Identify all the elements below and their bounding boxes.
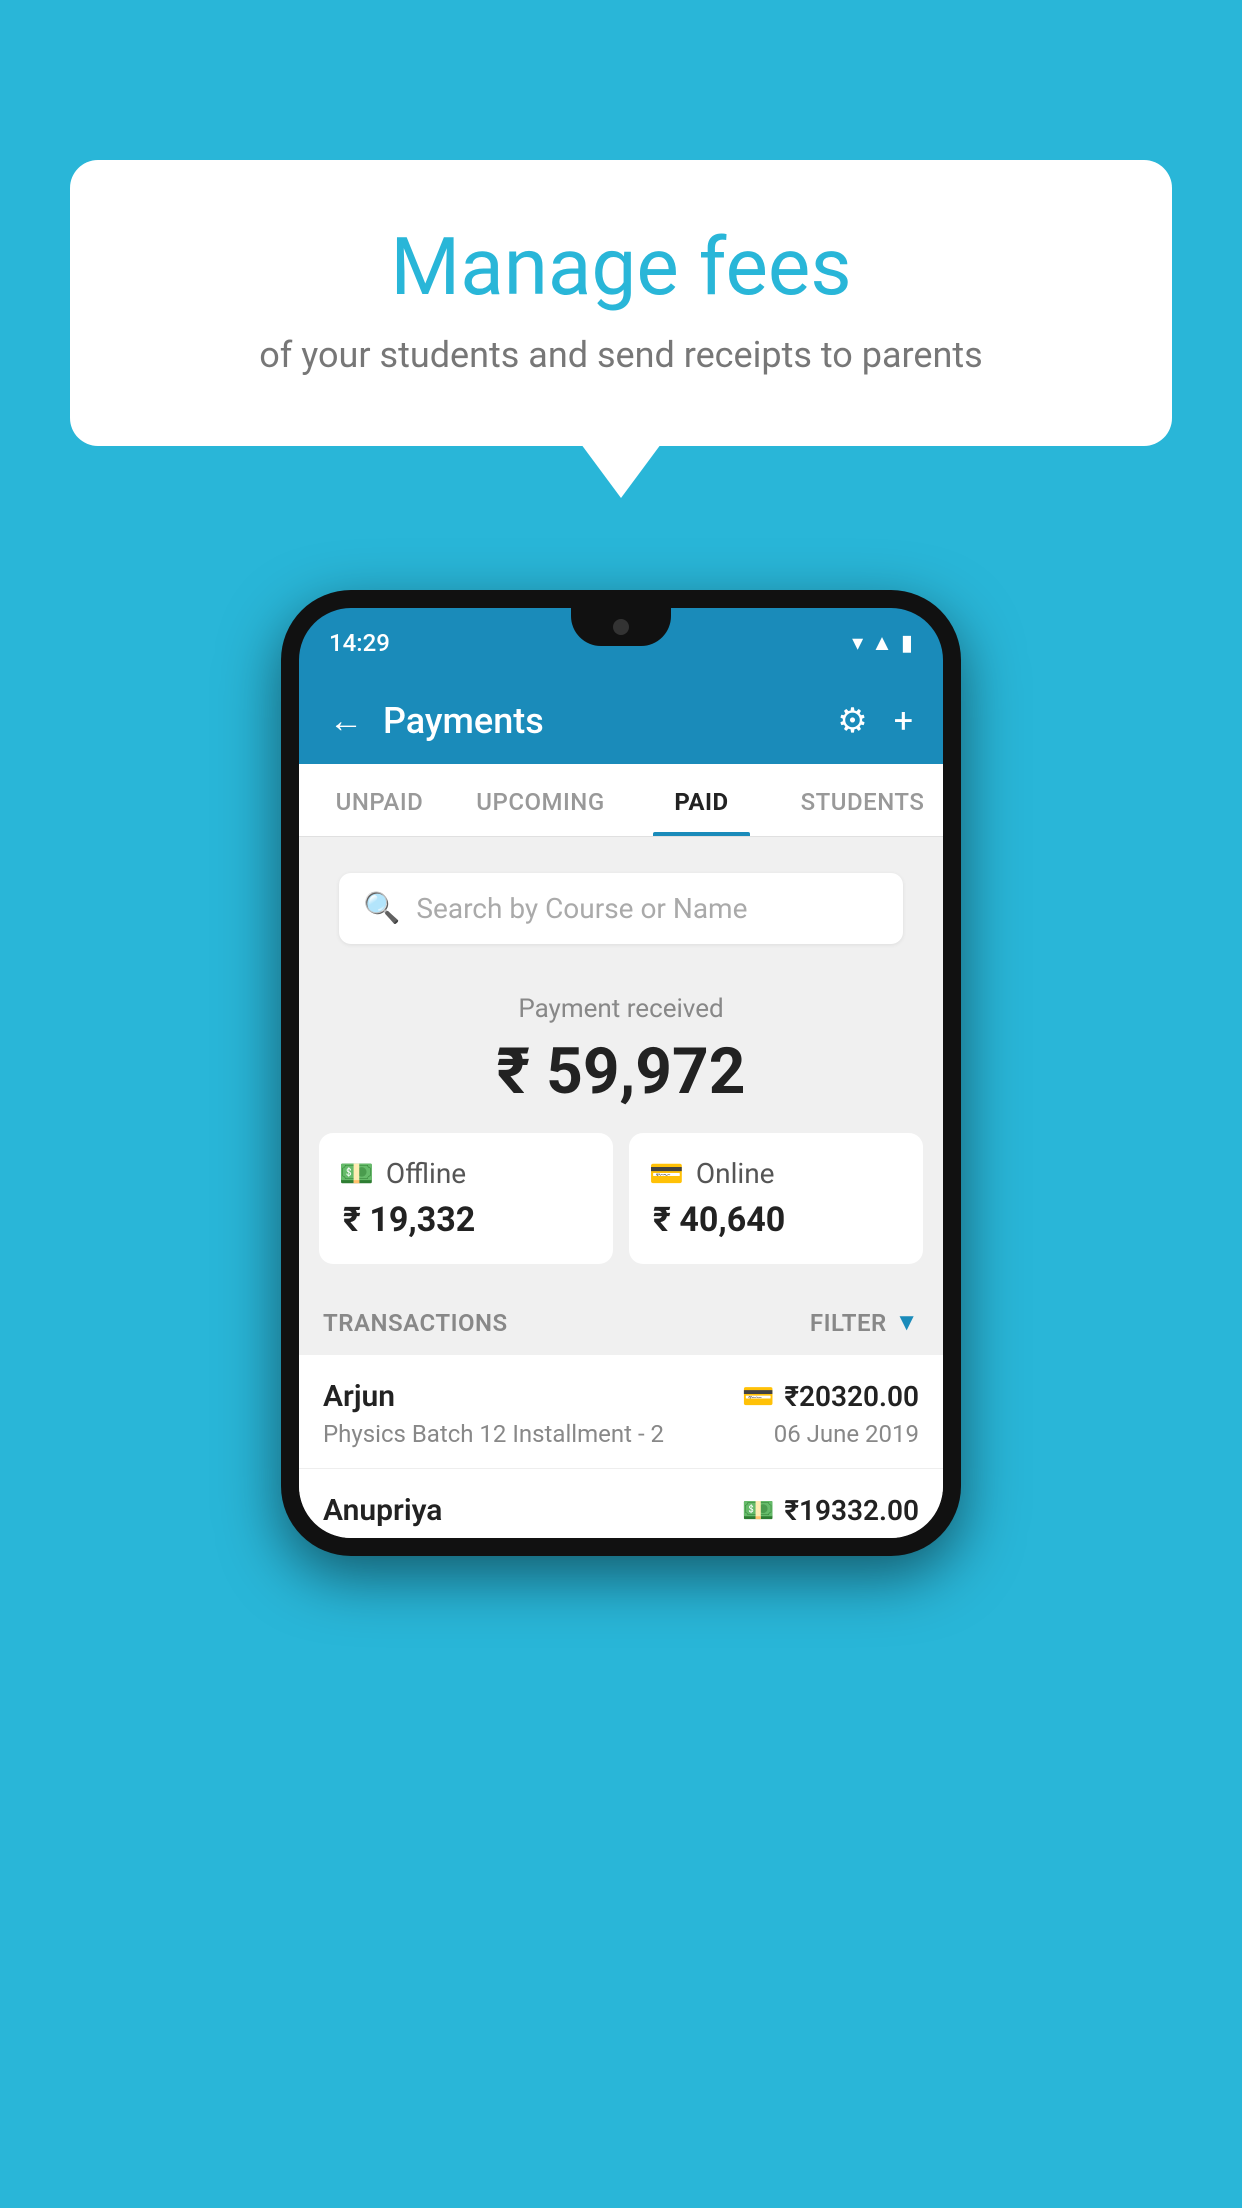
tab-paid[interactable]: PAID: [621, 764, 782, 836]
signal-icon: ▲: [871, 630, 893, 656]
phone-device: 14:29 ▾ ▲ ▮ ← Payments ⚙ +: [281, 590, 961, 1556]
online-card: 💳 Online ₹ 40,640: [629, 1133, 923, 1264]
search-icon: 🔍: [363, 891, 400, 926]
battery-icon: ▮: [901, 631, 913, 656]
transactions-header: TRANSACTIONS FILTER ▼: [299, 1290, 943, 1355]
tab-students[interactable]: STUDENTS: [782, 764, 943, 836]
status-time: 14:29: [329, 629, 390, 657]
online-amount: ₹ 40,640: [649, 1200, 903, 1240]
offline-amount: ₹ 19,332: [339, 1200, 593, 1240]
camera: [613, 619, 629, 635]
header-left: ← Payments: [329, 700, 544, 742]
offline-icon: 💵: [339, 1157, 374, 1190]
bubble-subtitle: of your students and send receipts to pa…: [130, 334, 1112, 376]
txn-amount-wrap-1: 💳 ₹20320.00: [742, 1380, 919, 1413]
notch: [571, 608, 671, 646]
tabs-bar: UNPAID UPCOMING PAID STUDENTS: [299, 764, 943, 837]
status-bar: 14:29 ▾ ▲ ▮: [299, 608, 943, 678]
online-label: Online: [696, 1157, 775, 1190]
txn-cash-icon-2: 💵: [742, 1496, 774, 1526]
payment-received-label: Payment received: [319, 994, 923, 1024]
phone-frame: 14:29 ▾ ▲ ▮ ← Payments ⚙ +: [281, 590, 961, 1556]
txn-name-1: Arjun: [323, 1379, 395, 1414]
txn-card-icon-1: 💳: [742, 1382, 774, 1412]
txn-course-1: Physics Batch 12 Installment - 2: [323, 1420, 664, 1448]
txn-amount-1: ₹20320.00: [784, 1380, 919, 1413]
speech-bubble: Manage fees of your students and send re…: [70, 160, 1172, 446]
filter-label: FILTER: [810, 1309, 887, 1337]
status-icons: ▾ ▲ ▮: [852, 630, 913, 656]
tab-unpaid[interactable]: UNPAID: [299, 764, 460, 836]
online-icon: 💳: [649, 1157, 684, 1190]
transactions-label: TRANSACTIONS: [323, 1309, 508, 1337]
payment-total: ₹ 59,972: [319, 1034, 923, 1109]
txn-name-2: Anupriya: [323, 1493, 442, 1528]
search-bar[interactable]: 🔍 Search by Course or Name: [339, 873, 903, 944]
transaction-row[interactable]: Arjun 💳 ₹20320.00 Physics Batch 12 Insta…: [299, 1355, 943, 1469]
add-icon[interactable]: +: [894, 701, 913, 741]
offline-label: Offline: [386, 1157, 466, 1190]
txn-date-1: 06 June 2019: [774, 1420, 919, 1448]
wifi-icon: ▾: [852, 631, 863, 656]
header-title: Payments: [383, 700, 544, 742]
tab-upcoming[interactable]: UPCOMING: [460, 764, 621, 836]
search-placeholder: Search by Course or Name: [416, 892, 747, 925]
payment-summary: Payment received ₹ 59,972 💵 Offline ₹ 19…: [299, 964, 943, 1290]
transaction-row-partial[interactable]: Anupriya 💵 ₹19332.00: [299, 1469, 943, 1538]
payment-cards: 💵 Offline ₹ 19,332 💳 Online ₹ 40,640: [319, 1133, 923, 1264]
bubble-title: Manage fees: [130, 220, 1112, 314]
filter-button[interactable]: FILTER ▼: [810, 1308, 919, 1337]
txn-amount-wrap-2: 💵 ₹19332.00: [742, 1494, 919, 1527]
app-screen: ← Payments ⚙ + UNPAID UPCOMING PAID STUD…: [299, 678, 943, 1538]
settings-icon[interactable]: ⚙: [837, 701, 867, 741]
offline-card: 💵 Offline ₹ 19,332: [319, 1133, 613, 1264]
filter-icon: ▼: [895, 1308, 919, 1337]
back-button[interactable]: ←: [329, 701, 363, 741]
header-right: ⚙ +: [837, 701, 913, 741]
txn-amount-2: ₹19332.00: [784, 1494, 919, 1527]
app-header: ← Payments ⚙ +: [299, 678, 943, 764]
